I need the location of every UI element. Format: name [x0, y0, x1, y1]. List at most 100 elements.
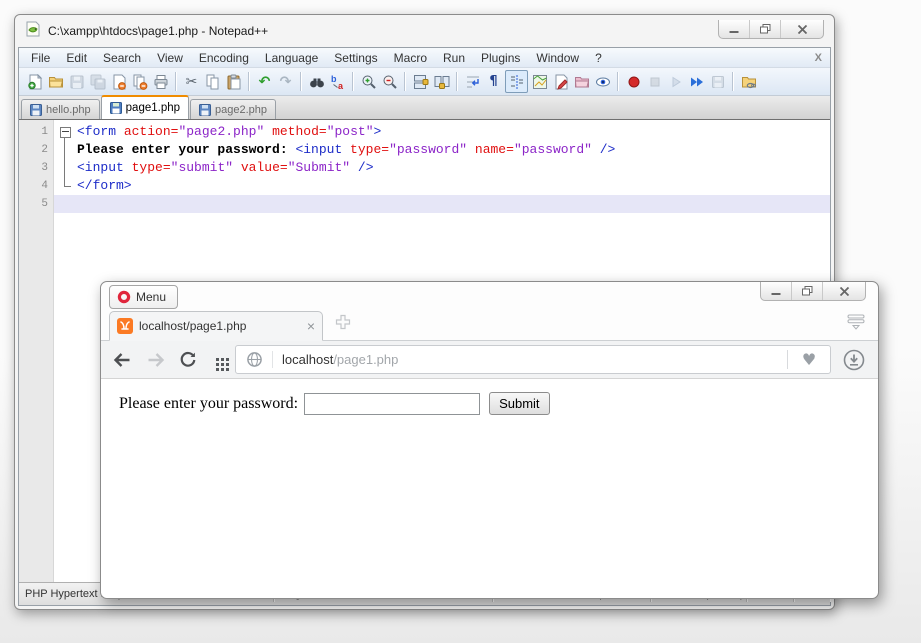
restore-button[interactable] [749, 20, 780, 38]
site-badge-icon[interactable] [236, 351, 273, 368]
fold-margin[interactable] [53, 195, 77, 213]
back-icon[interactable] [113, 352, 132, 368]
svg-text:a: a [338, 81, 344, 90]
close-file-icon[interactable] [109, 72, 128, 91]
submit-button[interactable]: Submit [489, 392, 549, 415]
folder-as-workspace-icon[interactable] [572, 72, 591, 91]
downloads-icon[interactable] [842, 348, 866, 372]
opera-logo-icon [117, 290, 131, 304]
word-wrap-icon[interactable] [463, 72, 482, 91]
menu-help[interactable]: ? [587, 51, 610, 65]
menu-file[interactable]: File [23, 51, 58, 65]
tab-page2-php[interactable]: page2.php [190, 99, 276, 119]
file-icon [110, 102, 122, 114]
minimize-button[interactable] [761, 282, 791, 300]
print-icon[interactable] [151, 72, 170, 91]
sync-scroll-horizontal-icon[interactable] [432, 72, 451, 91]
window-controls [718, 20, 824, 39]
function-list-icon[interactable] [551, 72, 570, 91]
code-line: 4 </form> [19, 177, 830, 195]
undo-icon[interactable]: ↶ [255, 72, 274, 91]
fold-margin[interactable] [53, 141, 77, 159]
password-input[interactable] [304, 393, 480, 415]
tab-hello-php[interactable]: hello.php [21, 99, 100, 119]
browser-toolbar: localhost/page1.php ♥ [101, 341, 878, 379]
fold-margin[interactable] [53, 177, 77, 195]
menu-plugins[interactable]: Plugins [473, 51, 528, 65]
browser-tabbar: localhost/page1.php × [101, 309, 878, 341]
close-all-icon[interactable] [130, 72, 149, 91]
toolbar-separator [300, 72, 302, 91]
menu-edit[interactable]: Edit [58, 51, 95, 65]
browser-titlebar[interactable]: Menu [101, 282, 878, 309]
svg-text:b: b [331, 74, 337, 84]
sync-scroll-vertical-icon[interactable] [411, 72, 430, 91]
macro-save-icon[interactable] [708, 72, 727, 91]
minimize-button[interactable] [719, 20, 749, 38]
cut-icon[interactable]: ✂ [182, 72, 201, 91]
fold-margin[interactable] [53, 159, 77, 177]
speed-dial-icon[interactable] [216, 358, 219, 361]
tab-menu-icon[interactable] [847, 314, 865, 335]
menubar-close-icon[interactable]: X [815, 52, 822, 64]
open-folder-icon[interactable] [46, 72, 65, 91]
reload-icon[interactable] [179, 351, 197, 369]
document-monitor-icon[interactable] [593, 72, 612, 91]
bookmark-heart-icon[interactable]: ♥ [787, 350, 830, 369]
menubar: File Edit Search View Encoding Language … [19, 48, 830, 68]
redo-icon[interactable]: ↷ [276, 72, 295, 91]
menu-settings[interactable]: Settings [326, 51, 385, 65]
line-number: 4 [19, 177, 53, 195]
restore-button[interactable] [791, 282, 822, 300]
show-all-characters-icon[interactable]: ¶ [484, 72, 503, 91]
macro-record-icon[interactable] [624, 72, 643, 91]
zoom-in-icon[interactable] [359, 72, 378, 91]
password-form: Please enter your password: Submit [101, 379, 878, 415]
file-icon [199, 104, 211, 116]
macro-play-icon[interactable] [666, 72, 685, 91]
document-map-icon[interactable] [530, 72, 549, 91]
menu-run[interactable]: Run [435, 51, 473, 65]
menu-language[interactable]: Language [257, 51, 326, 65]
macro-run-multiple-icon[interactable] [687, 72, 706, 91]
tab-page1-php[interactable]: page1.php [101, 95, 189, 119]
tab-localhost-page1[interactable]: localhost/page1.php × [109, 311, 323, 341]
indent-guide-icon[interactable] [505, 70, 528, 93]
fold-margin[interactable] [53, 123, 77, 141]
macro-stop-icon[interactable] [645, 72, 664, 91]
url-path: /page1.php [333, 352, 398, 367]
copy-icon[interactable] [203, 72, 222, 91]
address-bar[interactable]: localhost/page1.php ♥ [235, 345, 831, 374]
forward-icon[interactable] [146, 352, 165, 368]
paste-icon[interactable] [224, 72, 243, 91]
toolbar-separator [404, 72, 406, 91]
new-file-icon[interactable] [25, 72, 44, 91]
find-icon[interactable] [307, 72, 326, 91]
code-line-current[interactable]: 5 [19, 195, 830, 213]
line-number: 2 [19, 141, 53, 159]
close-button[interactable] [822, 282, 865, 300]
password-prompt-label: Please enter your password: [119, 395, 298, 413]
menu-encoding[interactable]: Encoding [191, 51, 257, 65]
code-text: <form action="page2.php" method="post"> [77, 123, 381, 141]
zoom-out-icon[interactable] [380, 72, 399, 91]
tab-close-icon[interactable]: × [307, 319, 315, 333]
url-text[interactable]: localhost/page1.php [273, 352, 787, 367]
file-icon [30, 104, 42, 116]
save-icon[interactable] [67, 72, 86, 91]
browser-menu-button[interactable]: Menu [109, 285, 178, 309]
menu-window[interactable]: Window [528, 51, 587, 65]
document-tabbar: hello.php page1.php page2.php [19, 96, 830, 119]
open-containing-folder-icon[interactable] [739, 72, 758, 91]
menu-view[interactable]: View [149, 51, 191, 65]
notepadpp-titlebar[interactable]: C:\xampp\htdocs\page1.php - Notepad++ [15, 15, 834, 47]
close-button[interactable] [780, 20, 823, 38]
new-tab-button[interactable] [335, 314, 351, 335]
toolbar-separator [456, 72, 458, 91]
save-all-icon[interactable] [88, 72, 107, 91]
replace-icon[interactable]: ba [328, 72, 347, 91]
toolbar-separator [732, 72, 734, 91]
menu-macro[interactable]: Macro [386, 51, 435, 65]
menu-search[interactable]: Search [95, 51, 149, 65]
menu-button-label: Menu [136, 290, 166, 304]
